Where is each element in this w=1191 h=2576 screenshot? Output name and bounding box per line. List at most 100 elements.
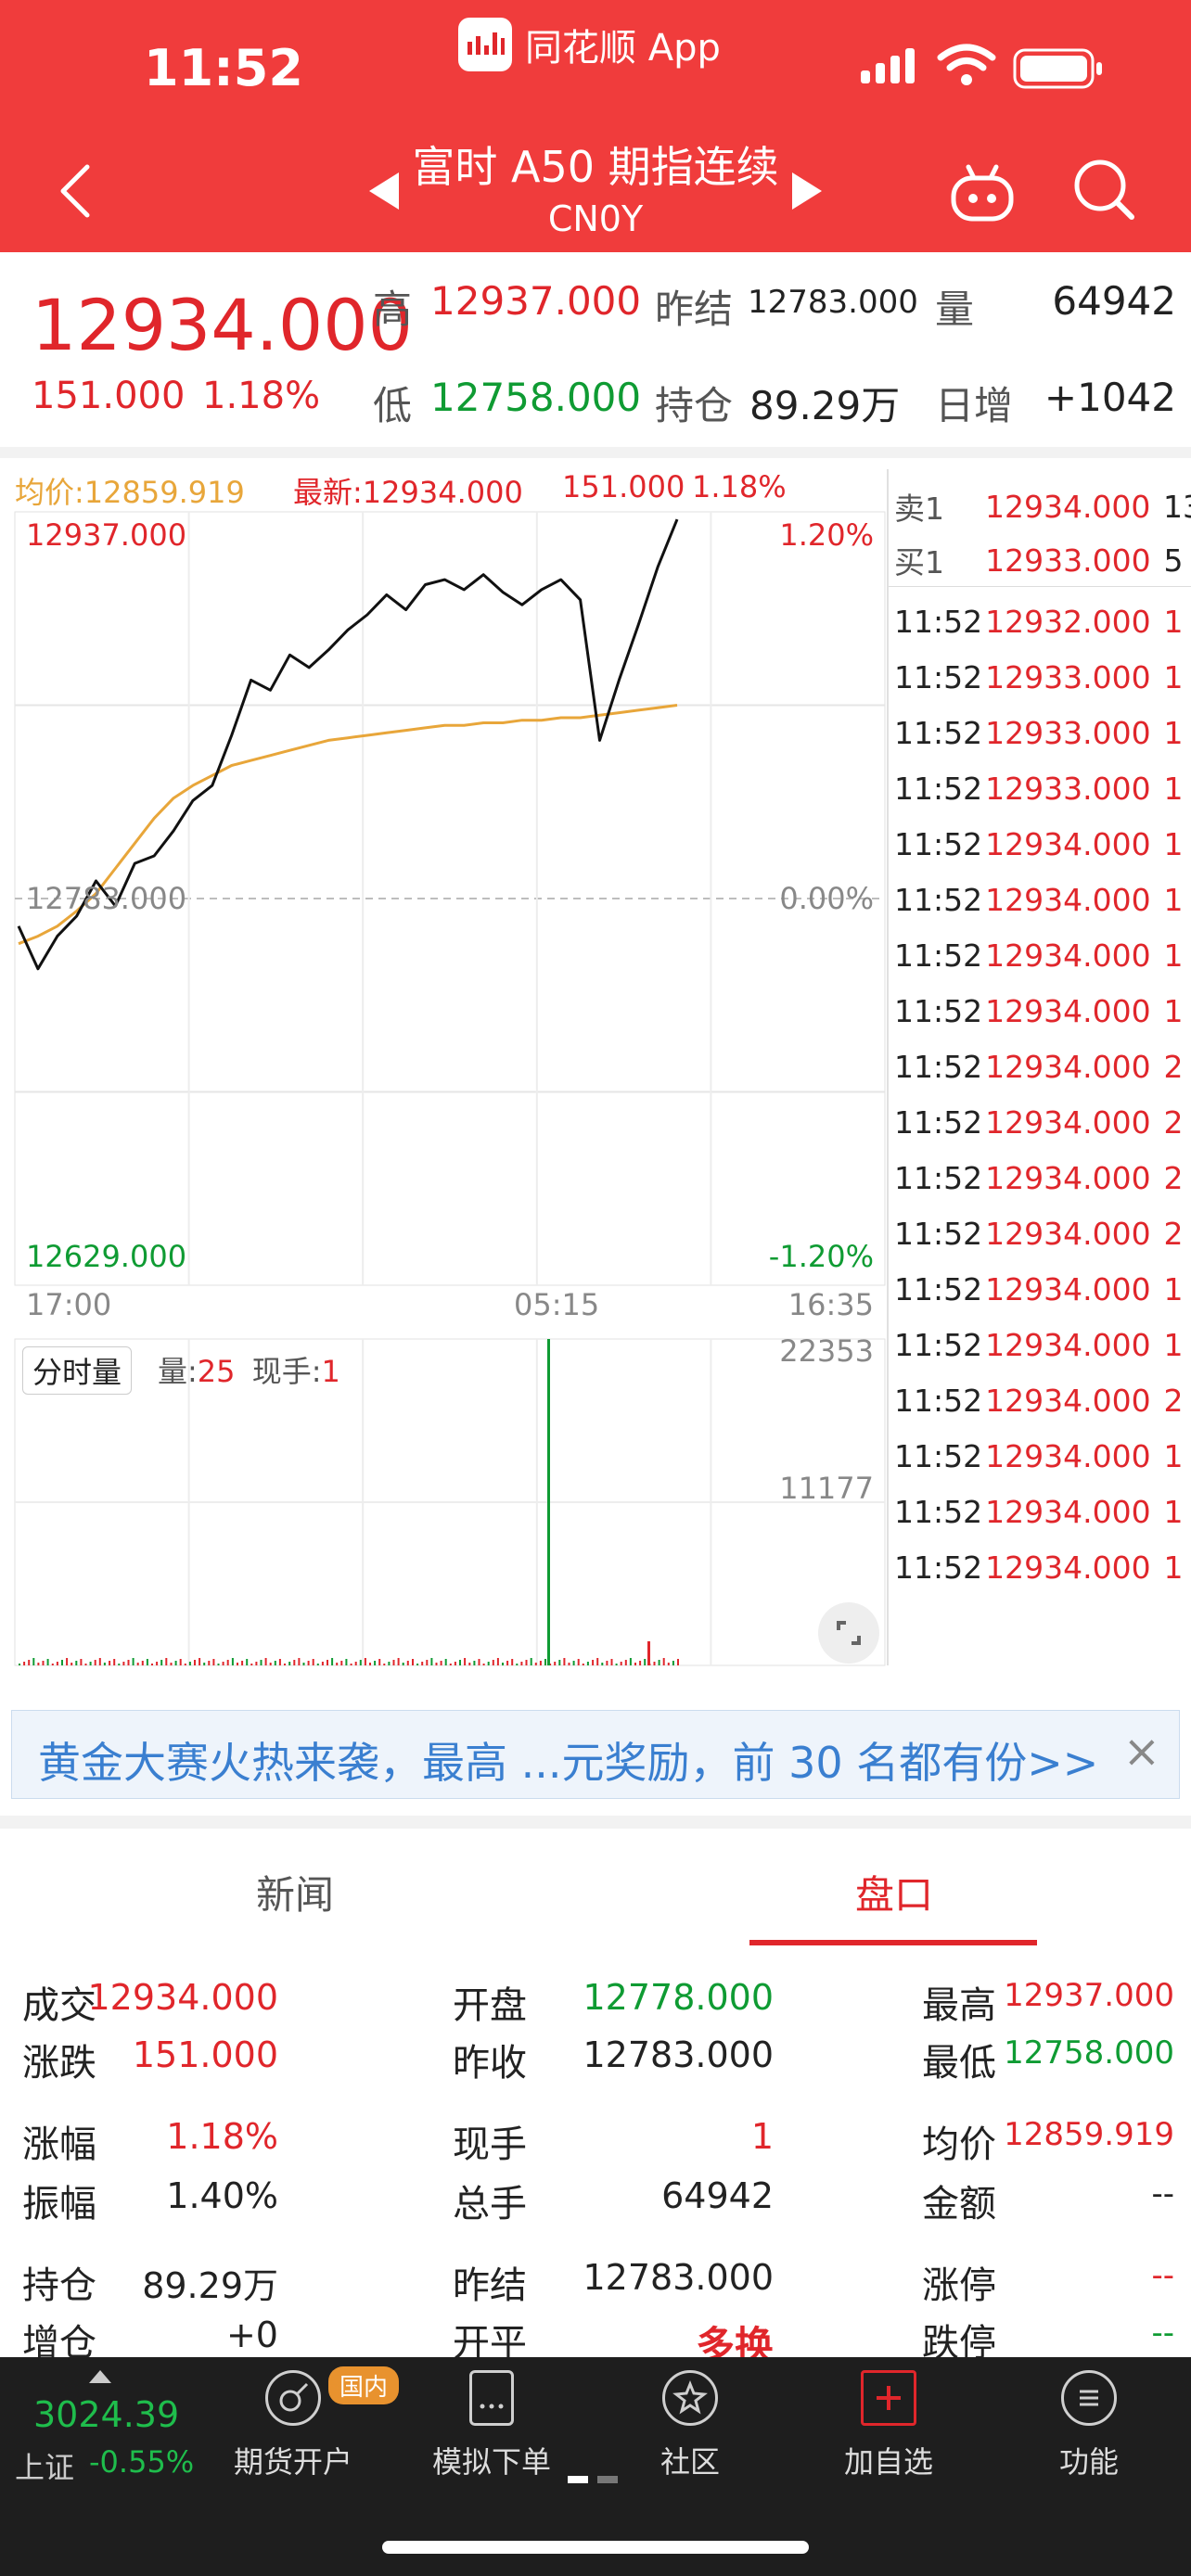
volume-bar [421, 1662, 424, 1665]
volume-bar [127, 1660, 130, 1665]
volume-bar [653, 1662, 656, 1665]
volume-bar [525, 1660, 528, 1665]
volume-bar [56, 1662, 58, 1665]
volume-bar [563, 1658, 566, 1665]
volume-bar [359, 1660, 362, 1665]
volume-bar [122, 1662, 125, 1665]
tick-qty: 2 [1163, 1159, 1184, 1196]
volume-bar [345, 1659, 348, 1665]
page-dot [597, 2476, 618, 2483]
tick-price: 12934.000 [985, 1326, 1151, 1363]
daily-inc-value: +1042 [1044, 375, 1176, 420]
volume-bar [568, 1663, 570, 1665]
tab-order-book[interactable]: 盘口 [855, 1864, 933, 1920]
detail-value: 1 [750, 2116, 774, 2157]
trade-tick-row: 11:52 12933.000 1 [889, 649, 1191, 705]
nav-add-watchlist[interactable]: 加自选 [805, 2370, 972, 2481]
tick-qty: 2 [1163, 1103, 1184, 1141]
volume-bar [506, 1661, 509, 1665]
volume-bar [260, 1660, 263, 1665]
trade-tick-row: 11:52 12934.000 1 [889, 1317, 1191, 1372]
volume-bar [430, 1658, 433, 1665]
axis-mid-price: 12783.000 [26, 881, 187, 916]
volume-bar [32, 1658, 35, 1665]
volume-bar [354, 1662, 357, 1665]
tick-price: 12934.000 [985, 1437, 1151, 1474]
nav-simulated-order[interactable]: 模拟下单 [408, 2370, 575, 2481]
close-icon[interactable]: × [1123, 1726, 1160, 1778]
volume-bar [136, 1663, 139, 1665]
volume-bar [601, 1663, 604, 1665]
volume-bar [647, 1641, 650, 1665]
detail-label: 涨跌 [22, 2042, 96, 2085]
tick-time: 11:52 [894, 1549, 983, 1586]
trade-tick-row: 11:52 12933.000 1 [889, 705, 1191, 760]
volume-spike-bar [547, 1339, 550, 1665]
tick-qty: 1 [1163, 714, 1184, 751]
next-contract-icon[interactable] [792, 172, 822, 210]
volume-bar [198, 1658, 201, 1665]
price-change: 151.000 [32, 375, 186, 417]
expand-index-icon[interactable] [89, 2370, 111, 2383]
promo-banner[interactable]: 黄金大赛火热来袭，最高 ...元奖励，前 30 名都有份>> × [11, 1710, 1180, 1799]
tick-price: 12934.000 [985, 1270, 1151, 1307]
axis-bottom-pct: -1.20% [768, 1239, 874, 1274]
volume-bar [179, 1659, 182, 1665]
home-indicator [382, 2541, 809, 2554]
tick-qty: 2 [1163, 1215, 1184, 1252]
volume-bar [278, 1659, 281, 1665]
axis-bottom-price: 12629.000 [26, 1239, 187, 1274]
intraday-chart[interactable]: 均价:12859.919 最新:12934.000 151.000 1.18% … [0, 458, 1191, 1682]
volume-tag[interactable]: 分时量 [22, 1346, 133, 1395]
status-time: 11:52 [144, 39, 303, 97]
search-icon[interactable] [1072, 158, 1137, 226]
detail-label: 均价 [922, 2123, 996, 2166]
nav-label: 社区 [660, 2444, 720, 2480]
trade-tick-row: 11:52 12934.000 1 [889, 983, 1191, 1039]
volume-bar [184, 1664, 186, 1665]
volume-bar [392, 1660, 395, 1665]
nav-community[interactable]: 社区 [607, 2370, 774, 2481]
detail-value: 12758.000 [1004, 2034, 1174, 2072]
volume-bar [482, 1664, 485, 1665]
tick-qty: 1 [1163, 992, 1184, 1029]
nav-functions[interactable]: 功能 [1005, 2370, 1172, 2481]
volume-bar [397, 1658, 400, 1665]
tick-price: 12934.000 [985, 1048, 1151, 1085]
banner-text[interactable]: 黄金大赛火热来袭，最高 ...元奖励，前 30 名都有份>> [38, 1729, 1098, 1791]
fullscreen-icon[interactable] [818, 1602, 879, 1664]
tick-qty: 1 [1163, 937, 1184, 974]
volume-bar [70, 1663, 73, 1665]
time-tick-start: 17:00 [26, 1287, 112, 1322]
high-value: 12937.000 [430, 278, 642, 324]
volume-bar [492, 1660, 494, 1665]
volume-bar [511, 1659, 514, 1665]
tick-price: 12934.000 [985, 1103, 1151, 1141]
index-value[interactable]: 3024.39 [33, 2394, 179, 2435]
robot-assistant-icon[interactable] [950, 163, 1015, 226]
detail-value: 12783.000 [583, 2257, 775, 2298]
tick-qty: 1 [1163, 770, 1184, 807]
price-change-pct: 1.18% [202, 375, 321, 417]
volume-bar [487, 1662, 490, 1665]
ask-row: 卖1 12934.000 13 [889, 478, 1191, 534]
volume-bar [572, 1661, 575, 1665]
volume-bar [274, 1661, 276, 1665]
volume-bar [132, 1658, 134, 1665]
tick-price: 12934.000 [985, 1493, 1151, 1530]
tick-time: 11:52 [894, 937, 983, 974]
volume-bar [327, 1660, 328, 1665]
volume-bar [478, 1659, 480, 1665]
tick-time: 11:52 [894, 714, 983, 751]
volume-bar [80, 1659, 83, 1665]
volume-bar [42, 1661, 45, 1665]
nav-label: 期货开户 [233, 2444, 352, 2480]
tick-price: 12934.000 [985, 937, 1151, 974]
volume-bar [89, 1662, 92, 1665]
tab-news[interactable]: 新闻 [256, 1864, 334, 1920]
ask-price: 12934.000 [984, 488, 1151, 525]
volume-bar [165, 1658, 168, 1665]
tick-price: 12932.000 [985, 603, 1151, 640]
volume-bar [336, 1663, 339, 1665]
trade-tick-row: 11:52 12934.000 1 [889, 1428, 1191, 1484]
